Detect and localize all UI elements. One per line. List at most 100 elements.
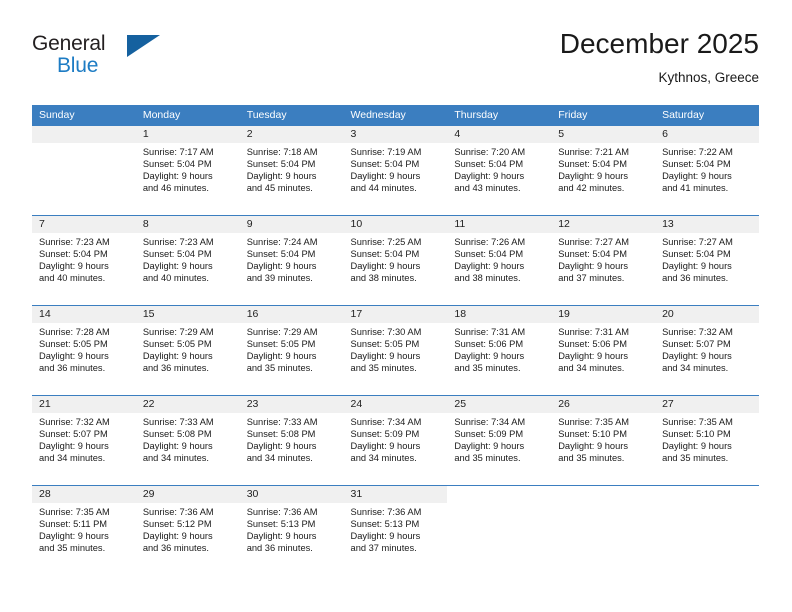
day-number: 6	[655, 126, 759, 143]
day-sun-details: Sunrise: 7:30 AM Sunset: 5:05 PM Dayligh…	[350, 327, 422, 374]
day-sun-details: Sunrise: 7:31 AM Sunset: 5:06 PM Dayligh…	[454, 327, 526, 374]
calendar-day-cell[interactable]: 24 Sunrise: 7:34 AM Sunset: 5:09 PM Dayli…	[343, 396, 448, 485]
calendar-day-cell[interactable]: 29 Sunrise: 7:36 AM Sunset: 5:12 PM Dayli…	[135, 486, 240, 575]
calendar-day-cell[interactable]: 28 Sunrise: 7:35 AM Sunset: 5:11 PM Dayli…	[32, 486, 136, 575]
day-sun-details: Sunrise: 7:27 AM Sunset: 5:04 PM Dayligh…	[662, 237, 733, 284]
calendar-day-cell[interactable]: 27 Sunrise: 7:35 AM Sunset: 5:10 PM Dayli…	[655, 396, 759, 485]
day-number: 24	[343, 396, 448, 413]
day-sun-details: Sunrise: 7:35 AM Sunset: 5:10 PM Dayligh…	[662, 417, 733, 464]
calendar-day-cell[interactable]: 10 Sunrise: 7:25 AM Sunset: 5:04 PM Dayli…	[343, 216, 448, 305]
calendar-day-cell[interactable]: 20 Sunrise: 7:32 AM Sunset: 5:07 PM Dayli…	[655, 306, 759, 395]
day-number: 19	[551, 306, 656, 323]
day-number: 13	[655, 216, 759, 233]
calendar-day-cell[interactable]: 14 Sunrise: 7:28 AM Sunset: 5:05 PM Dayli…	[32, 306, 136, 395]
triangle-logo-icon	[127, 35, 160, 57]
calendar-page: General Blue December 2025 Kythnos, Gree…	[0, 0, 792, 612]
calendar-day-cell[interactable]: 30 Sunrise: 7:36 AM Sunset: 5:13 PM Dayli…	[239, 486, 344, 575]
brand-logo[interactable]: General Blue	[32, 32, 232, 88]
day-number: 27	[655, 396, 759, 413]
calendar-day-cell[interactable]: 13 Sunrise: 7:27 AM Sunset: 5:04 PM Dayli…	[655, 216, 759, 305]
day-sun-details: Sunrise: 7:35 AM Sunset: 5:11 PM Dayligh…	[39, 507, 110, 554]
day-sun-details: Sunrise: 7:20 AM Sunset: 5:04 PM Dayligh…	[454, 147, 526, 194]
day-sun-details: Sunrise: 7:33 AM Sunset: 5:08 PM Dayligh…	[246, 417, 318, 464]
weekday-header-tuesday: Tuesday	[239, 105, 344, 126]
calendar-day-cell[interactable]: 15 Sunrise: 7:29 AM Sunset: 5:05 PM Dayli…	[135, 306, 240, 395]
day-sun-details: Sunrise: 7:24 AM Sunset: 5:04 PM Dayligh…	[246, 237, 318, 284]
day-number: 3	[343, 126, 448, 143]
calendar-day-cell[interactable]: 2 Sunrise: 7:18 AM Sunset: 5:04 PM Daylig…	[239, 126, 344, 215]
day-number: 21	[32, 396, 136, 413]
calendar-day-cell[interactable]: 5 Sunrise: 7:21 AM Sunset: 5:04 PM Daylig…	[551, 126, 656, 215]
brand-name-blue: Blue	[57, 54, 99, 77]
day-sun-details: Sunrise: 7:36 AM Sunset: 5:13 PM Dayligh…	[350, 507, 422, 554]
day-number: 20	[655, 306, 759, 323]
day-number	[32, 126, 136, 143]
calendar-day-cell[interactable]: 31 Sunrise: 7:36 AM Sunset: 5:13 PM Dayli…	[343, 486, 448, 575]
day-sun-details: Sunrise: 7:21 AM Sunset: 5:04 PM Dayligh…	[558, 147, 630, 194]
weekday-header-saturday: Saturday	[655, 105, 759, 126]
calendar-week-row: 21 Sunrise: 7:32 AM Sunset: 5:07 PM Dayli…	[32, 395, 759, 486]
day-sun-details: Sunrise: 7:34 AM Sunset: 5:09 PM Dayligh…	[350, 417, 422, 464]
calendar-day-cell[interactable]: 23 Sunrise: 7:33 AM Sunset: 5:08 PM Dayli…	[239, 396, 344, 485]
day-sun-details: Sunrise: 7:36 AM Sunset: 5:13 PM Dayligh…	[246, 507, 318, 554]
day-sun-details	[447, 503, 551, 506]
day-sun-details	[551, 503, 655, 506]
day-sun-details	[32, 143, 136, 146]
calendar-table: Sunday Monday Tuesday Wednesday Thursday…	[32, 105, 759, 575]
day-number: 25	[447, 396, 552, 413]
day-number: 1	[135, 126, 240, 143]
weekday-header-monday: Monday	[135, 105, 240, 126]
calendar-day-cell[interactable]: 25 Sunrise: 7:34 AM Sunset: 5:09 PM Dayli…	[447, 396, 552, 485]
calendar-day-cell[interactable]: 21 Sunrise: 7:32 AM Sunset: 5:07 PM Dayli…	[32, 396, 136, 485]
calendar-week-row: 14 Sunrise: 7:28 AM Sunset: 5:05 PM Dayli…	[32, 305, 759, 396]
weekday-header-friday: Friday	[551, 105, 656, 126]
day-number: 28	[32, 486, 136, 503]
day-sun-details: Sunrise: 7:31 AM Sunset: 5:06 PM Dayligh…	[558, 327, 630, 374]
calendar-day-cell[interactable]: 18 Sunrise: 7:31 AM Sunset: 5:06 PM Dayli…	[447, 306, 552, 395]
weekday-header-wednesday: Wednesday	[343, 105, 448, 126]
day-sun-details: Sunrise: 7:22 AM Sunset: 5:04 PM Dayligh…	[662, 147, 733, 194]
day-number: 16	[239, 306, 344, 323]
title-block: December 2025 Kythnos, Greece	[560, 28, 759, 87]
page-subtitle-location: Kythnos, Greece	[658, 70, 759, 85]
calendar-day-cell[interactable]: 19 Sunrise: 7:31 AM Sunset: 5:06 PM Dayli…	[551, 306, 656, 395]
day-number: 2	[239, 126, 344, 143]
day-number	[447, 486, 552, 503]
calendar-day-cell[interactable]: 22 Sunrise: 7:33 AM Sunset: 5:08 PM Dayli…	[135, 396, 240, 485]
day-number: 22	[135, 396, 240, 413]
calendar-day-cell[interactable]: 26 Sunrise: 7:35 AM Sunset: 5:10 PM Dayli…	[551, 396, 656, 485]
day-number: 26	[551, 396, 656, 413]
calendar-day-cell[interactable]: 17 Sunrise: 7:30 AM Sunset: 5:05 PM Dayli…	[343, 306, 448, 395]
day-number: 7	[32, 216, 136, 233]
day-sun-details: Sunrise: 7:25 AM Sunset: 5:04 PM Dayligh…	[350, 237, 422, 284]
calendar-day-cell[interactable]: 1 Sunrise: 7:17 AM Sunset: 5:04 PM Daylig…	[135, 126, 240, 215]
day-sun-details: Sunrise: 7:36 AM Sunset: 5:12 PM Dayligh…	[142, 507, 214, 554]
calendar-week-row: 1 Sunrise: 7:17 AM Sunset: 5:04 PM Daylig…	[32, 126, 759, 216]
page-title: December 2025	[559, 28, 759, 59]
calendar-day-cell[interactable]: 4 Sunrise: 7:20 AM Sunset: 5:04 PM Daylig…	[447, 126, 552, 215]
calendar-day-cell[interactable]: 12 Sunrise: 7:27 AM Sunset: 5:04 PM Dayli…	[551, 216, 656, 305]
day-number: 11	[447, 216, 552, 233]
day-sun-details: Sunrise: 7:19 AM Sunset: 5:04 PM Dayligh…	[350, 147, 422, 194]
calendar-day-cell[interactable]: 11 Sunrise: 7:26 AM Sunset: 5:04 PM Dayli…	[447, 216, 552, 305]
day-sun-details: Sunrise: 7:23 AM Sunset: 5:04 PM Dayligh…	[39, 237, 110, 284]
calendar-week-row: 7 Sunrise: 7:23 AM Sunset: 5:04 PM Daylig…	[32, 215, 759, 306]
day-sun-details: Sunrise: 7:29 AM Sunset: 5:05 PM Dayligh…	[142, 327, 214, 374]
day-sun-details: Sunrise: 7:17 AM Sunset: 5:04 PM Dayligh…	[142, 147, 214, 194]
weekday-header-thursday: Thursday	[447, 105, 552, 126]
calendar-day-cell[interactable]: 6 Sunrise: 7:22 AM Sunset: 5:04 PM Daylig…	[655, 126, 759, 215]
calendar-empty-cell	[655, 486, 759, 575]
calendar-day-cell[interactable]: 7 Sunrise: 7:23 AM Sunset: 5:04 PM Daylig…	[32, 216, 136, 305]
day-sun-details: Sunrise: 7:18 AM Sunset: 5:04 PM Dayligh…	[246, 147, 318, 194]
brand-name-general: General	[32, 32, 106, 55]
day-number: 17	[343, 306, 448, 323]
day-sun-details: Sunrise: 7:34 AM Sunset: 5:09 PM Dayligh…	[454, 417, 526, 464]
calendar-day-cell[interactable]: 8 Sunrise: 7:23 AM Sunset: 5:04 PM Daylig…	[135, 216, 240, 305]
calendar-day-cell[interactable]: 9 Sunrise: 7:24 AM Sunset: 5:04 PM Daylig…	[239, 216, 344, 305]
day-number: 18	[447, 306, 552, 323]
calendar-day-cell[interactable]: 16 Sunrise: 7:29 AM Sunset: 5:05 PM Dayli…	[239, 306, 344, 395]
day-number	[655, 486, 759, 503]
calendar-day-cell[interactable]: 3 Sunrise: 7:19 AM Sunset: 5:04 PM Daylig…	[343, 126, 448, 215]
day-number: 5	[551, 126, 656, 143]
calendar-body: 1 Sunrise: 7:17 AM Sunset: 5:04 PM Daylig…	[32, 126, 759, 575]
